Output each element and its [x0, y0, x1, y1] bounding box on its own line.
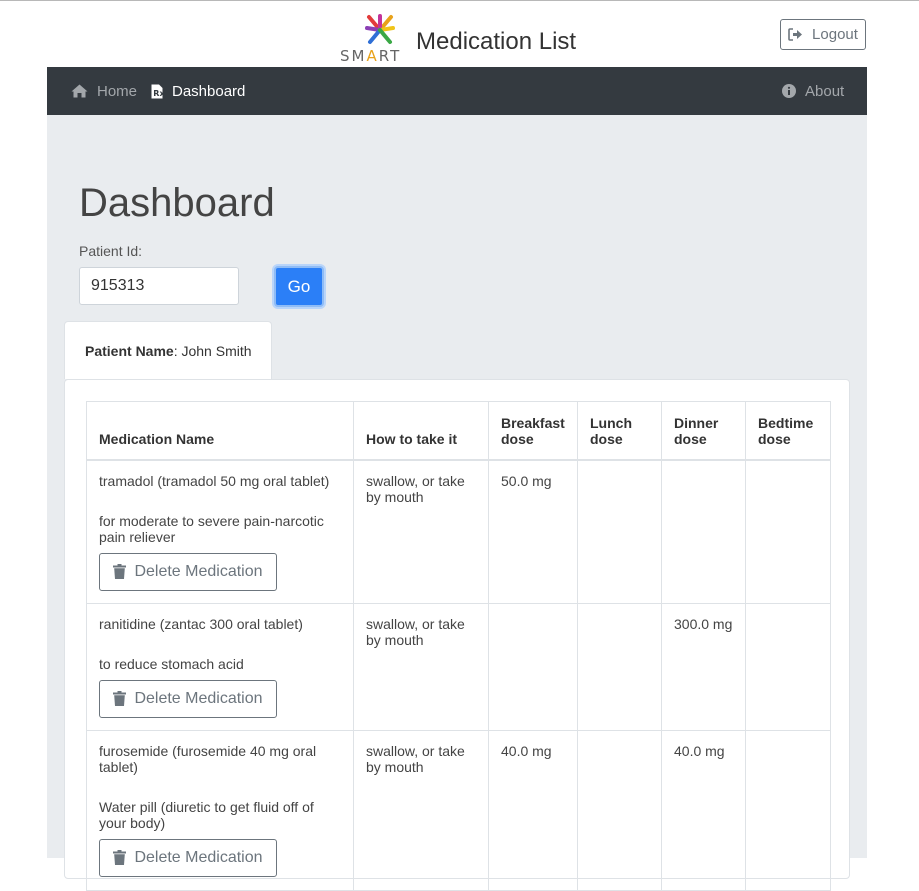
delete-medication-button[interactable]: Delete Medication — [99, 679, 277, 718]
breakfast-dose-cell: 40.0 mg — [488, 729, 578, 891]
delete-medication-button[interactable]: Delete Medication — [99, 552, 277, 591]
dinner-dose-cell: 40.0 mg — [661, 729, 746, 891]
nav-about-link[interactable]: About — [782, 67, 844, 115]
logout-label: Logout — [812, 26, 858, 43]
breakfast-dose-cell: 50.0 mg — [488, 459, 578, 604]
nav-home-link[interactable]: Home — [71, 67, 137, 115]
lunch-dose-cell — [577, 459, 662, 604]
patient-id-label: Patient Id: — [79, 243, 143, 259]
nav-dashboard-link[interactable]: Rx Dashboard — [151, 67, 245, 115]
table-header-row: Medication Name How to take it Breakfast… — [86, 401, 831, 461]
sign-out-icon — [788, 28, 803, 41]
header-how-to-take: How to take it — [353, 401, 489, 461]
svg-text:Rx: Rx — [153, 89, 163, 98]
main-content: Dashboard Patient Id: Go Patient Name: J… — [47, 115, 867, 891]
home-icon — [71, 84, 88, 98]
patient-id-input[interactable] — [79, 267, 239, 305]
trash-icon — [113, 564, 127, 579]
nav-about-label: About — [805, 82, 845, 100]
patient-name-value: : John Smith — [173, 342, 252, 359]
breakfast-dose-cell — [488, 602, 578, 731]
header-bedtime-dose: Bedtime dose — [745, 401, 831, 461]
nav-dashboard-label: Dashboard — [172, 82, 246, 100]
delete-medication-label: Delete Medication — [134, 689, 263, 707]
dinner-dose-cell — [661, 459, 746, 604]
patient-name-tab[interactable]: Patient Name: John Smith — [64, 321, 272, 379]
medication-name-cell: ranitidine (zantac 300 oral tablet) to r… — [86, 602, 354, 731]
logout-button[interactable]: Logout — [780, 19, 866, 50]
patient-name-label: Patient Name — [85, 342, 174, 359]
go-button[interactable]: Go — [274, 266, 324, 307]
lunch-dose-cell — [577, 729, 662, 891]
header-lunch-dose: Lunch dose — [577, 401, 662, 461]
medication-name-cell: tramadol (tramadol 50 mg oral tablet) fo… — [86, 459, 354, 604]
app-title: Medication List — [416, 28, 577, 55]
medication-name: ranitidine (zantac 300 oral tablet) — [99, 615, 303, 632]
medication-card: Medication Name How to take it Breakfast… — [64, 379, 850, 891]
window-top-border — [0, 0, 919, 1]
info-circle-icon — [782, 84, 796, 98]
medication-description: Water pill (diuretic to get fluid off of… — [99, 798, 314, 831]
lunch-dose-cell — [577, 602, 662, 731]
medication-name: furosemide (furosemide 40 mg oral tablet… — [99, 742, 317, 775]
table-row: tramadol (tramadol 50 mg oral tablet) fo… — [86, 459, 831, 604]
table-row: furosemide (furosemide 40 mg oral tablet… — [86, 729, 831, 891]
nav-home-label: Home — [97, 82, 138, 100]
delete-medication-label: Delete Medication — [134, 562, 263, 580]
trash-icon — [113, 691, 127, 706]
file-prescription-icon: Rx — [151, 84, 163, 99]
medication-table: Medication Name How to take it Breakfast… — [86, 401, 831, 891]
header-dinner-dose: Dinner dose — [661, 401, 746, 461]
dinner-dose-cell: 300.0 mg — [661, 602, 746, 731]
medication-name-cell: furosemide (furosemide 40 mg oral tablet… — [86, 729, 354, 891]
how-to-take-cell: swallow, or take by mouth — [353, 602, 489, 731]
medication-description: for moderate to severe pain-narcotic pai… — [99, 512, 324, 545]
medication-description: to reduce stomach acid — [99, 655, 244, 672]
header-breakfast-dose: Breakfast dose — [488, 401, 578, 461]
bedtime-dose-cell — [745, 729, 831, 891]
header-medication-name: Medication Name — [86, 401, 354, 461]
bedtime-dose-cell — [745, 602, 831, 731]
medication-name: tramadol (tramadol 50 mg oral tablet) — [99, 472, 330, 489]
page-title: Dashboard — [79, 181, 275, 225]
how-to-take-cell: swallow, or take by mouth — [353, 459, 489, 604]
navbar: Home Rx Dashboard About — [47, 67, 867, 115]
smart-logo-mark-icon — [365, 14, 395, 44]
bedtime-dose-cell — [745, 459, 831, 604]
table-row: ranitidine (zantac 300 oral tablet) to r… — [86, 602, 831, 731]
smart-logo-text: SMART — [340, 47, 402, 65]
how-to-take-cell: swallow, or take by mouth — [353, 729, 489, 891]
